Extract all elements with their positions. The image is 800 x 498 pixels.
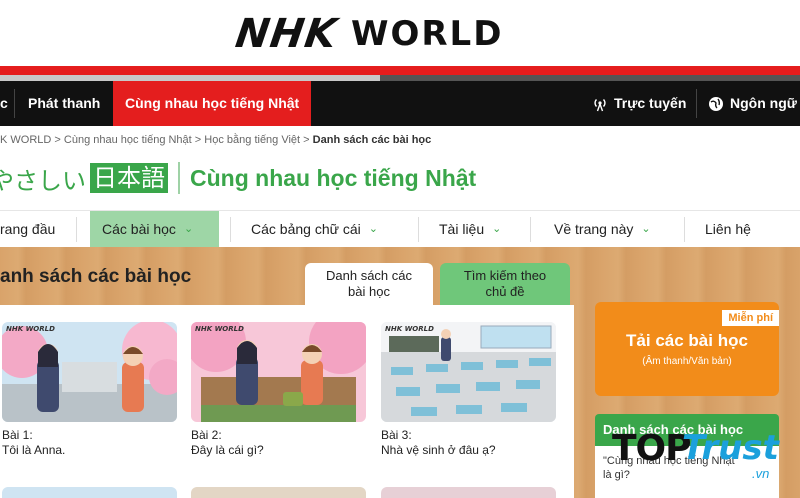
logo-world-text: WORLD	[350, 14, 504, 54]
subnav-contact-label: Liên hệ	[705, 221, 751, 237]
nav-item-partial[interactable]: c	[0, 81, 8, 126]
subnav-about-label: Về trang này	[554, 221, 634, 237]
nav-live-label: Trực tuyến	[614, 95, 687, 111]
tab-search-line1: Tìm kiếm theo	[463, 268, 547, 283]
lesson-title: Đây là cái gì?	[191, 443, 264, 457]
broadcast-icon	[594, 98, 606, 111]
subnav-materials-label: Tài liệu	[439, 221, 485, 237]
subnav-lessons[interactable]: Các bài học ⌄	[90, 211, 219, 248]
chevron-down-icon: ⌄	[368, 223, 378, 235]
download-title: Tải các bài học	[626, 331, 748, 350]
header-stripe-red	[0, 66, 800, 75]
subnav-separator	[230, 217, 231, 242]
tab-lesson-list[interactable]: Danh sách các bài học	[305, 263, 433, 305]
page-title: anh sách các bài học	[0, 266, 192, 287]
tab-search-by-topic[interactable]: Tìm kiếm theo chủ đề	[440, 263, 570, 305]
subnav-separator	[418, 217, 419, 242]
lesson-thumbnail-partial[interactable]	[381, 487, 556, 498]
main-navbar: c Phát thanh Cùng nhau học tiếng Nhật Tr…	[0, 81, 800, 126]
lesson-number: Bài 1:	[2, 428, 33, 442]
subnav-materials[interactable]: Tài liệu ⌄	[439, 211, 501, 248]
subnav-home[interactable]: rang đầu	[0, 211, 55, 248]
watermark-vn-text: .vn	[752, 466, 770, 481]
lesson-2-illustration	[191, 322, 366, 422]
course-subnav: rang đầu Các bài học ⌄ Các bảng chữ cái …	[0, 210, 800, 248]
breadcrumb-separator: >	[194, 134, 202, 146]
lesson-thumbnail[interactable]: NHK WORLD	[2, 322, 177, 422]
download-lessons-button[interactable]: Miễn phí Tải các bài học (Âm thanh/Văn b…	[595, 302, 779, 396]
subnav-about[interactable]: Về trang này ⌄	[554, 211, 651, 248]
watermark-top-text: TOP	[612, 428, 692, 469]
lesson-card[interactable]: NHK WORLD Bài 2: Đây là cái gì?	[191, 322, 366, 458]
tab-lesson-list-line2: bài học	[348, 284, 390, 299]
brand-title: Cùng nhau học tiếng Nhật	[190, 164, 477, 191]
nav-separator	[14, 89, 15, 118]
site-header: NHK WORLD	[0, 0, 800, 68]
subnav-alphabets[interactable]: Các bảng chữ cái ⌄	[251, 211, 378, 248]
lesson-card[interactable]: NHK WORLD Bài 1: Tôi là Anna.	[2, 322, 177, 458]
lesson-title: Tôi là Anna.	[2, 443, 66, 457]
globe-icon	[709, 96, 723, 111]
tab-lesson-list-line1: Danh sách các	[326, 268, 412, 283]
lesson-thumbnail-partial[interactable]	[2, 487, 177, 498]
breadcrumb-separator: >	[303, 134, 310, 146]
lesson-number: Bài 3:	[381, 428, 412, 442]
subnav-home-label: rang đầu	[0, 221, 56, 237]
tab-search-line2: chủ đề	[485, 284, 525, 299]
subnav-contact[interactable]: Liên hệ	[705, 211, 751, 248]
nav-language-link[interactable]: Ngôn ngữ	[708, 81, 797, 126]
free-badge: Miễn phí	[722, 310, 779, 326]
thumbnail-watermark: NHK WORLD	[6, 325, 55, 333]
lesson-thumbnail[interactable]: NHK WORLD	[191, 322, 366, 422]
subnav-separator	[530, 217, 531, 242]
nav-language-label: Ngôn ngữ	[730, 95, 797, 111]
lesson-thumbnail-partial[interactable]	[191, 487, 366, 498]
toptrust-watermark: TOP Trust .vn	[612, 418, 792, 488]
brand-kanji-box: 日本語	[90, 163, 168, 193]
lesson-title: Nhà vệ sinh ở đâu ạ?	[381, 443, 496, 457]
thumbnail-watermark: NHK WORLD	[385, 325, 434, 333]
nav-item-learn-japanese[interactable]: Cùng nhau học tiếng Nhật	[113, 81, 312, 126]
breadcrumb-item[interactable]: Cùng nhau học tiếng Nhật	[64, 134, 192, 146]
subnav-lessons-label: Các bài học	[102, 221, 176, 237]
lesson-3-illustration	[381, 322, 556, 422]
breadcrumb-item[interactable]: K WORLD	[0, 134, 51, 146]
lesson-card[interactable]: NHK WORLD Bài 3: Nhà vệ sinh ở đâu ạ?	[381, 322, 556, 458]
chevron-down-icon: ⌄	[492, 223, 502, 235]
nav-item-radio[interactable]: Phát thanh	[28, 81, 100, 126]
subnav-alphabets-label: Các bảng chữ cái	[251, 221, 361, 237]
nav-live-link[interactable]: Trực tuyến	[592, 81, 686, 126]
lesson-thumbnail[interactable]: NHK WORLD	[381, 322, 556, 422]
breadcrumb: K WORLD > Cùng nhau học tiếng Nhật > Học…	[0, 134, 431, 146]
breadcrumb-item[interactable]: Học bằng tiếng Việt	[204, 134, 300, 146]
subnav-separator	[684, 217, 685, 242]
nhk-world-logo[interactable]: NHK WORLD	[232, 11, 504, 57]
breadcrumb-separator: >	[54, 134, 61, 146]
chevron-down-icon: ⌄	[641, 223, 651, 235]
brand-divider	[178, 162, 180, 194]
lesson-number: Bài 2:	[191, 428, 222, 442]
subnav-separator	[76, 217, 77, 242]
thumbnail-watermark: NHK WORLD	[195, 325, 244, 333]
nav-separator	[696, 89, 697, 118]
logo-nhk-text: NHK	[232, 11, 341, 57]
chevron-down-icon: ⌄	[183, 223, 194, 235]
breadcrumb-current: Danh sách các bài học	[312, 134, 432, 146]
lesson-1-illustration	[2, 322, 177, 422]
watermark-trust-text: Trust	[682, 428, 779, 468]
course-brand: やさしい 日本語 Cùng nhau học tiếng Nhật	[0, 158, 476, 198]
download-subtitle: (Âm thanh/Văn bản)	[642, 356, 732, 367]
brand-kana: やさしい	[0, 166, 86, 195]
